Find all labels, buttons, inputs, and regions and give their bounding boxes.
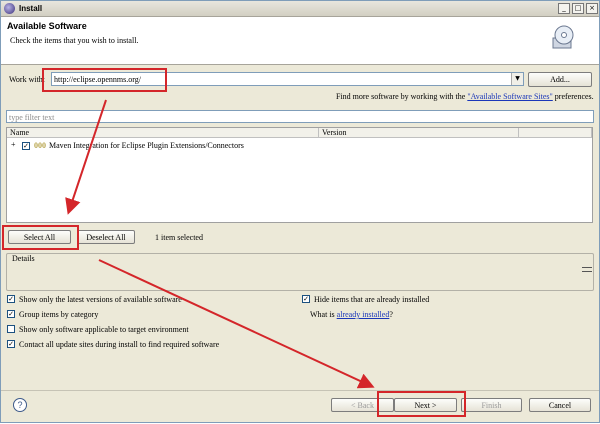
annotation-arrows (65, 99, 375, 389)
arrow-select-all-to-next (98, 259, 375, 389)
arrow-url-to-select-all (65, 99, 107, 215)
install-dialog: Install _ □ × Available Software Check t… (0, 0, 600, 423)
